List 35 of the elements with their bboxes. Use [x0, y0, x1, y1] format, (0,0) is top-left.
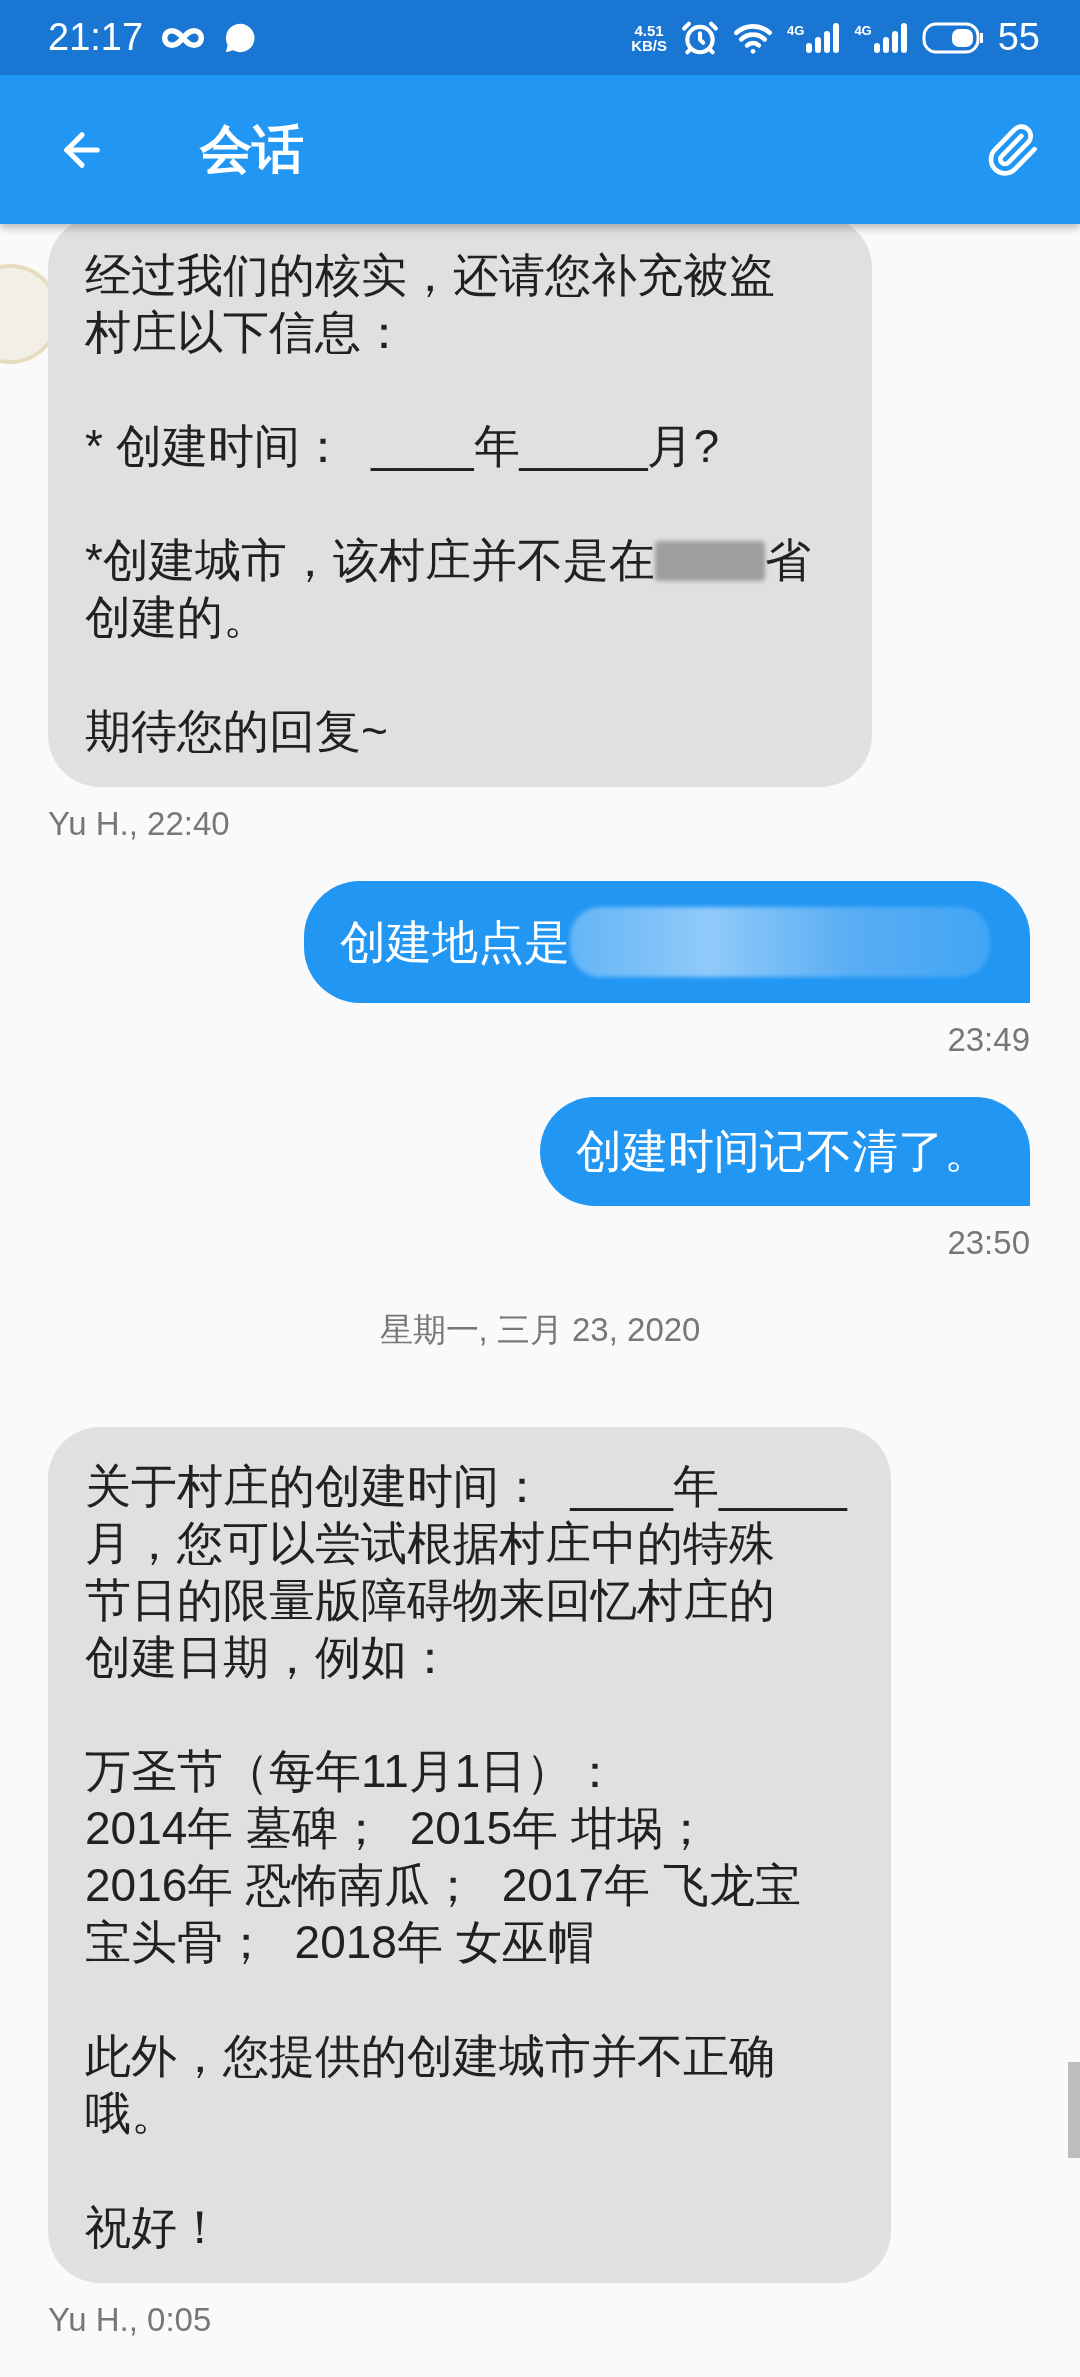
- message-text: 2016年 恐怖南瓜； 2017年 飞龙宝: [85, 1858, 801, 1913]
- message-meta: 23:49: [947, 1021, 1030, 1059]
- network-type-label: 4G: [854, 22, 872, 38]
- message-text: 创建地点是: [340, 914, 570, 970]
- message-text: 哦。: [85, 2086, 177, 2141]
- network-type-label: 4G: [787, 22, 805, 38]
- message-text: 宝头骨； 2018年 女巫帽: [85, 1915, 594, 1970]
- message-meta: 23:50: [947, 1224, 1030, 1262]
- message-text: 2014年 墓碑； 2015年 坩埚；: [85, 1801, 709, 1856]
- date-separator: 星期一, 三月 23, 2020: [379, 1310, 701, 1350]
- message-text: 省: [764, 533, 811, 588]
- message-text: 创建的。: [85, 590, 269, 645]
- message-meta: Yu H., 22:40: [48, 805, 230, 843]
- signal-icon: [873, 22, 908, 53]
- network-speed: 4.51: [634, 22, 664, 38]
- app-bar-title: 会话: [200, 118, 304, 180]
- message-text: 关于村庄的创建时间： ____年_____: [85, 1459, 847, 1514]
- message-text: 此外，您提供的创建城市并不正确: [85, 2029, 775, 2084]
- message-meta: Yu H., 0:05: [48, 2301, 212, 2339]
- message-text: 节日的限量版障碍物来回忆村庄的: [85, 1573, 775, 1628]
- message-text: 万圣节（每年11月1日）：: [85, 1744, 619, 1799]
- message-text: 创建时间记不清了。: [576, 1124, 990, 1179]
- battery-percentage: 55: [997, 16, 1040, 60]
- message-text: 创建日期，例如：: [85, 1630, 453, 1685]
- message-text: 期待您的回复~: [85, 704, 388, 759]
- battery-icon: [921, 21, 984, 54]
- message-text: 祝好！: [85, 2200, 223, 2255]
- message-text: 月，您可以尝试根据村庄中的特殊: [85, 1516, 775, 1571]
- signal-icon: [806, 22, 841, 53]
- status-time: 21:17: [48, 16, 144, 60]
- message-text: 村庄以下信息：: [85, 305, 407, 360]
- message-text: * 创建时间： ____年_____月?: [85, 419, 720, 474]
- message-text: *创建城市，该村庄并不是在: [85, 533, 655, 588]
- message-text: 经过我们的核实，还请您补充被盗: [85, 248, 775, 303]
- speed-unit: KB/S: [631, 37, 668, 53]
